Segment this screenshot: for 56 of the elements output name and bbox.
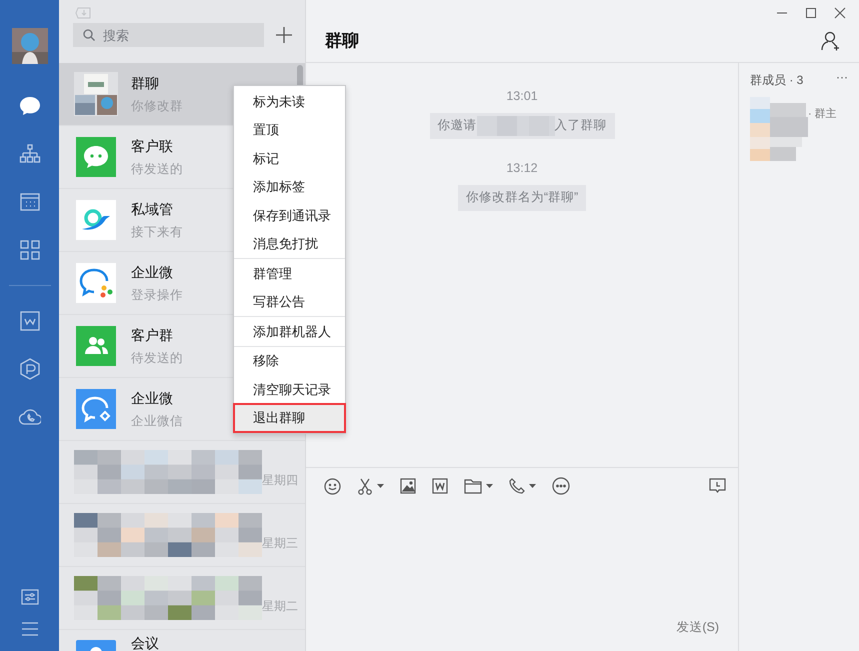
chat-name: 私域管 [131, 200, 174, 219]
message-time: 13:01 [506, 88, 538, 105]
menu-item[interactable]: 写群公告 [234, 288, 345, 316]
chat-preview: 登录操作 [131, 287, 183, 304]
chat-bubble-icon [76, 137, 116, 177]
menu-item[interactable]: 添加标签 [234, 172, 345, 201]
menu-item[interactable]: 置顶 [234, 116, 345, 144]
chat-preview: 待发送的 [131, 350, 183, 367]
chat-preview: 企业微信 [131, 413, 183, 430]
maximize-icon[interactable] [805, 6, 817, 20]
folder-icon[interactable] [464, 478, 493, 494]
phone-icon[interactable] [509, 478, 536, 494]
history-icon[interactable] [709, 478, 726, 494]
scissors-icon[interactable] [357, 478, 384, 494]
menu-item[interactable]: 退出群聊 [234, 404, 345, 432]
member-role: · 群主 [808, 106, 837, 122]
chat-preview: 待发送的 [131, 161, 183, 178]
chat-bubble-icon [76, 389, 116, 429]
chat-name: 企业微 [131, 263, 174, 282]
members-title: 群成员 · 3 [750, 72, 804, 89]
menu-item[interactable]: 消息免打扰 [234, 230, 345, 258]
more-icon[interactable] [552, 477, 570, 495]
menu-item[interactable]: 标为未读 [234, 87, 345, 116]
add-icon[interactable] [276, 27, 292, 43]
menu-item[interactable]: 移除 [234, 346, 345, 375]
chat-time: 星期二 [262, 598, 298, 615]
system-message: 你邀请 入了群聊 [430, 112, 614, 139]
send-button[interactable]: 发送(S) [676, 618, 719, 637]
menu-item[interactable]: 保存到通讯录 [234, 201, 345, 230]
people-icon [76, 326, 116, 366]
more-button[interactable]: ··· [836, 71, 848, 83]
chat-name: 客户联 [131, 137, 174, 156]
menu-item[interactable]: 添加群机器人 [234, 317, 345, 346]
message-time: 13:12 [506, 160, 538, 177]
search-field[interactable]: 搜索 [73, 23, 264, 47]
add-member-icon[interactable] [821, 31, 841, 51]
close-icon[interactable] [834, 6, 846, 20]
chat-name: 客户群 [131, 326, 174, 345]
emoji-icon[interactable] [324, 478, 341, 494]
bird-logo-icon [76, 200, 116, 240]
search-icon [83, 29, 95, 41]
menu-item[interactable]: 群管理 [234, 259, 345, 288]
chat-name: 群聊 [131, 74, 160, 93]
chat-bubble-icon [76, 263, 116, 303]
chat-name: 企业微 [131, 389, 174, 408]
document-icon[interactable] [432, 478, 448, 494]
chat-time: 星期四 [262, 472, 298, 489]
chat-name: 会议 [131, 634, 159, 651]
menu-item[interactable]: 标记 [234, 144, 345, 172]
menu-item[interactable]: 清空聊天记录 [234, 375, 345, 404]
chat-item[interactable]: 会议 [59, 630, 305, 651]
system-message: 你修改群名为“群聊” [458, 184, 586, 210]
image-icon[interactable] [400, 478, 416, 494]
chat-title: 群聊 [325, 30, 359, 52]
chat-preview: 接下来有 [131, 224, 183, 241]
chat-time: 星期三 [262, 535, 298, 552]
